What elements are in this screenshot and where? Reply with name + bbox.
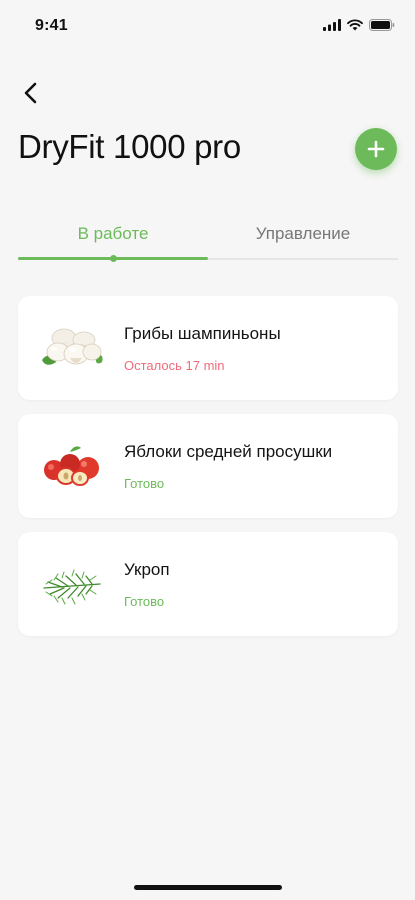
tab-management[interactable]: Управление — [208, 212, 398, 256]
list-item[interactable]: Яблоки средней просушки Готово — [18, 414, 398, 518]
list-item[interactable]: Грибы шампиньоны Осталось 17 min — [18, 296, 398, 400]
signal-icon — [323, 18, 341, 36]
back-button[interactable] — [14, 76, 48, 110]
item-title: Грибы шампиньоны — [124, 324, 281, 343]
home-indicator[interactable] — [134, 885, 282, 890]
item-title: Яблоки средней просушки — [124, 442, 333, 461]
plus-icon — [367, 140, 385, 158]
item-status: Готово — [124, 476, 165, 491]
tab-in-progress[interactable]: В работе — [18, 212, 208, 256]
chevron-left-icon — [24, 82, 37, 104]
apples-image — [40, 440, 104, 490]
item-status: Осталось 17 min — [124, 358, 225, 373]
battery-icon — [369, 18, 395, 36]
dill-image — [40, 558, 104, 608]
status-icons — [323, 18, 395, 36]
app-screen: 9:41 DryFit 1000 pro В работе Управление… — [0, 0, 415, 900]
status-bar: 9:41 — [0, 0, 415, 50]
wifi-icon — [347, 18, 363, 36]
item-status: Готово — [124, 594, 165, 609]
page-title: DryFit 1000 pro — [18, 128, 241, 165]
active-tab-dot — [110, 255, 117, 262]
list-item[interactable]: Укроп Готово — [18, 532, 398, 636]
add-button[interactable] — [355, 128, 397, 170]
tab-bar: В работе Управление — [18, 212, 398, 262]
item-title: Укроп — [124, 560, 170, 579]
mushrooms-image — [40, 322, 104, 372]
status-time: 9:41 — [35, 17, 68, 34]
